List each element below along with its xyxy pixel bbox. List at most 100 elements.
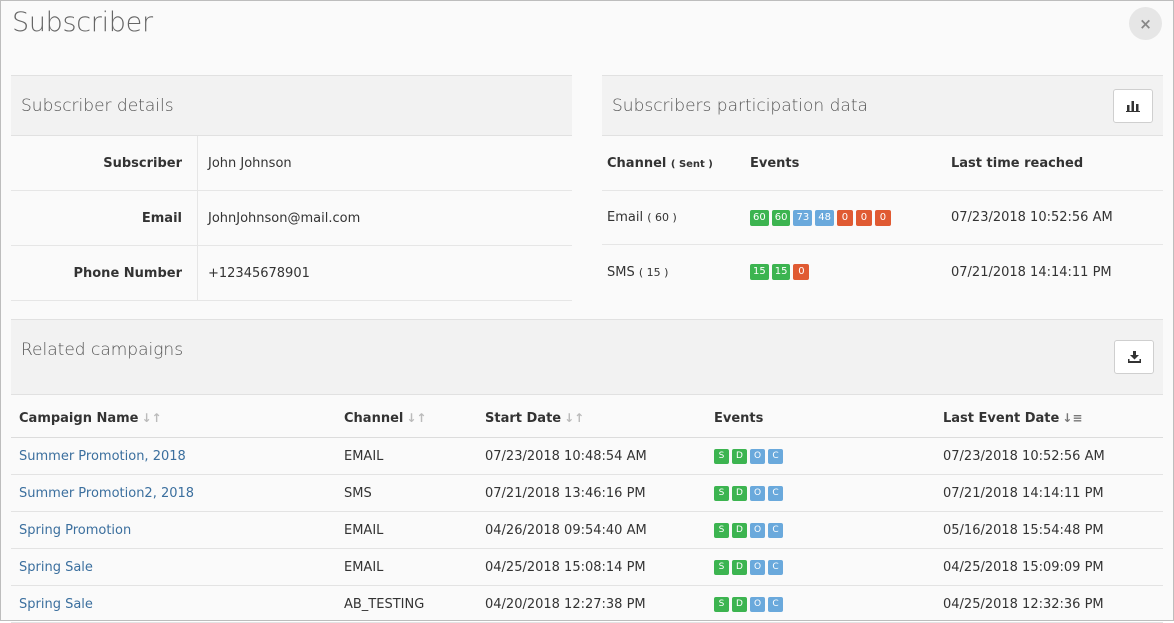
- col-last-event-date-label: Last Event Date: [943, 411, 1060, 426]
- close-button[interactable]: ×: [1129, 7, 1162, 40]
- event-badge: S: [714, 448, 729, 464]
- campaigns-header-row: Campaign Name ↓↑ Channel ↓↑ Start Date ↓↑ E…: [11, 400, 1163, 438]
- campaigns-table: Campaign Name ↓↑ Channel ↓↑ Start Date ↓↑ E…: [11, 400, 1163, 623]
- event-badge: C: [768, 485, 783, 501]
- col-last-reached: Last time reached: [951, 155, 1084, 171]
- col-channel-label: Channel: [344, 411, 404, 426]
- subscriber-modal: Subscriber × Subscriber details Subscrib…: [0, 0, 1174, 623]
- table-row: Spring Sale AB_TESTING 04/20/2018 12:27:38…: [11, 586, 1163, 623]
- details-label: Phone Number: [11, 246, 198, 300]
- details-row-phone: Phone Number +12345678901: [11, 246, 572, 301]
- last-event-cell: 07/21/2018 14:14:11 PM: [943, 485, 1104, 501]
- event-badge: 0: [793, 264, 810, 280]
- sort-icon: ↓↑: [406, 411, 427, 425]
- table-row: Summer Promotion2, 2018 SMS 07/21/2018 13:…: [11, 475, 1163, 512]
- chart-button[interactable]: [1113, 89, 1153, 123]
- event-badges: 15 15 0: [745, 264, 946, 280]
- event-badge: 60: [771, 209, 791, 226]
- channel-cell: EMAIL: [344, 522, 384, 538]
- event-badges: SDOC: [706, 448, 935, 464]
- event-badge: D: [732, 596, 747, 612]
- download-icon: [1127, 351, 1141, 363]
- event-badge: D: [732, 485, 747, 501]
- campaign-link[interactable]: Spring Sale: [19, 560, 93, 575]
- event-badge: 15: [771, 264, 791, 280]
- event-badge: D: [732, 559, 747, 575]
- details-heading: Subscriber details: [21, 95, 174, 116]
- last-event-cell: 07/23/2018 10:52:56 AM: [943, 448, 1105, 464]
- event-badge: O: [750, 485, 765, 501]
- channel-name: Email: [607, 210, 644, 225]
- event-badge: 73: [793, 209, 813, 226]
- event-badge: C: [768, 448, 783, 464]
- event-badge: C: [768, 596, 783, 612]
- sort-desc-icon: ↓≡: [1062, 411, 1083, 425]
- details-label: Subscriber: [11, 136, 198, 190]
- event-badges: SDOC: [706, 522, 935, 538]
- col-channel: Channel ( Sent ): [602, 156, 745, 171]
- details-table: Subscriber John Johnson Email JohnJohnso…: [11, 136, 572, 301]
- channel-cell: SMS: [344, 485, 372, 501]
- event-badges: SDOC: [706, 559, 935, 575]
- channel-name: SMS: [607, 264, 635, 280]
- event-badge: 48: [815, 209, 834, 226]
- sent-count: ( 15 ): [638, 265, 669, 279]
- event-badge: 0: [836, 209, 853, 226]
- event-badge: D: [732, 448, 747, 464]
- details-row-subscriber: Subscriber John Johnson: [11, 136, 572, 191]
- channel-cell: EMAIL: [344, 448, 384, 464]
- event-badge: C: [768, 559, 783, 575]
- event-badge: D: [732, 522, 747, 538]
- col-start-date-label: Start Date: [485, 411, 562, 426]
- table-row: Summer Promotion, 2018 EMAIL 07/23/2018 10…: [11, 438, 1163, 475]
- last-event-cell: 04/25/2018 15:09:09 PM: [943, 559, 1104, 575]
- participation-header-row: Channel ( Sent ) Events Last time reache…: [602, 136, 1163, 191]
- col-events: Events: [750, 155, 800, 171]
- event-badges: SDOC: [706, 596, 935, 612]
- table-row: Spring Sale EMAIL 04/25/2018 15:08:14 PM S D…: [11, 549, 1163, 586]
- event-badge: 0: [855, 209, 872, 226]
- details-label: Email: [11, 191, 198, 245]
- campaigns-body: Summer Promotion, 2018 EMAIL 07/23/2018 10…: [11, 438, 1163, 623]
- col-campaign-name-label: Campaign Name: [19, 411, 139, 426]
- col-campaign-name[interactable]: Campaign Name ↓↑: [11, 411, 336, 426]
- last-reached: 07/23/2018 10:52:56 AM: [951, 210, 1113, 225]
- channel-cell: AB_TESTING: [344, 596, 425, 612]
- col-events: Events: [714, 411, 764, 426]
- event-badge: O: [750, 559, 765, 575]
- campaign-link[interactable]: Summer Promotion2, 2018: [19, 486, 194, 501]
- last-event-cell: 05/16/2018 15:54:48 PM: [943, 522, 1104, 538]
- col-last-event-date[interactable]: Last Event Date ↓≡: [935, 411, 1082, 426]
- campaign-link[interactable]: Spring Sale: [19, 597, 93, 612]
- col-channel[interactable]: Channel ↓↑: [336, 411, 477, 426]
- sort-icon: ↓↑: [564, 411, 585, 425]
- participation-header: Subscribers participation data: [602, 75, 1163, 136]
- details-header: Subscriber details: [11, 75, 572, 136]
- event-badge: S: [714, 485, 729, 501]
- event-badges: 60 60 73 48 0 0 0: [745, 209, 946, 226]
- last-event-cell: 04/25/2018 12:32:36 PM: [943, 596, 1104, 612]
- event-badge: 15: [750, 264, 769, 280]
- participation-row-email: Email ( 60 ) 60 60 73 48 0 0 0 07/23/2018 10:5…: [602, 191, 1163, 245]
- channel-cell: EMAIL: [344, 559, 384, 575]
- event-badge: O: [750, 448, 765, 464]
- start-date-cell: 04/26/2018 09:54:40 AM: [485, 522, 647, 538]
- campaigns-heading: Related campaigns: [21, 340, 184, 360]
- campaign-link[interactable]: Spring Promotion: [19, 523, 131, 538]
- col-start-date[interactable]: Start Date ↓↑: [477, 411, 706, 426]
- campaigns-header: Related campaigns: [11, 319, 1163, 395]
- sent-count: ( 60 ): [647, 211, 677, 224]
- event-badges: SDOC: [706, 485, 935, 501]
- event-badge: O: [750, 596, 765, 612]
- participation-row-sms: SMS ( 15 ) 15 15 0 07/21/2018 14:14:11 PM: [602, 245, 1163, 299]
- download-button[interactable]: [1114, 340, 1154, 374]
- table-row: Spring Promotion EMAIL 04/26/2018 09:54:40…: [11, 512, 1163, 549]
- details-value: JohnJohnson@mail.com: [208, 210, 361, 226]
- modal-title: Subscriber: [12, 7, 153, 38]
- last-reached: 07/21/2018 14:14:11 PM: [951, 264, 1112, 280]
- campaign-link[interactable]: Summer Promotion, 2018: [19, 449, 186, 464]
- close-icon: ×: [1139, 14, 1152, 33]
- col-channel-label: Channel: [607, 155, 667, 171]
- event-badge: O: [750, 522, 765, 538]
- start-date-cell: 04/20/2018 12:27:38 PM: [485, 596, 646, 612]
